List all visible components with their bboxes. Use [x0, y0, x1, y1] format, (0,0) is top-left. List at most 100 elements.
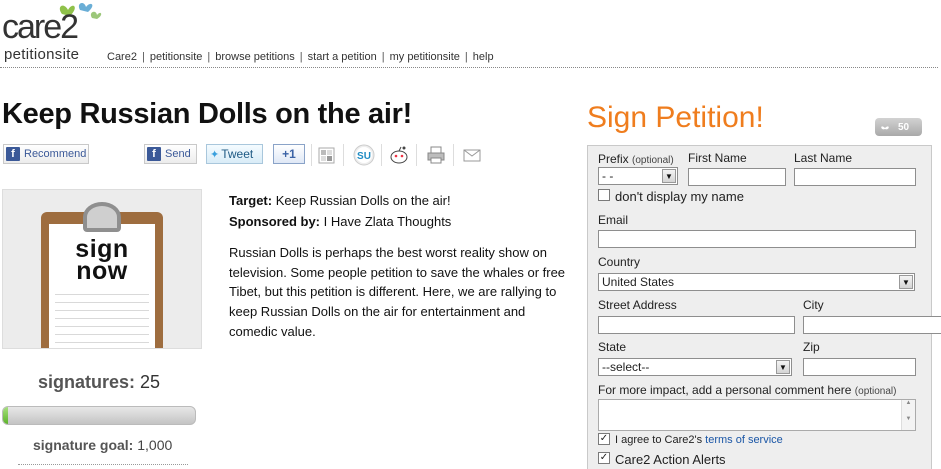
state-label: State	[598, 340, 627, 354]
email-icon[interactable]	[461, 144, 483, 166]
prefix-label: Prefix (optional)	[598, 152, 674, 166]
butterfly-icon	[881, 125, 889, 129]
scroll-up-icon[interactable]: ▲	[902, 400, 915, 406]
chevron-down-icon: ▼	[662, 169, 676, 183]
agree-tos-label: I agree to Care2's terms of service	[615, 434, 783, 446]
svg-text:SU: SU	[357, 151, 371, 162]
chevron-down-icon: ▼	[776, 360, 790, 374]
goal-divider	[18, 464, 188, 465]
nav-my-petitionsite[interactable]: my petitionsite	[390, 51, 460, 63]
nav-separator: |	[207, 51, 211, 63]
print-icon[interactable]	[425, 144, 447, 166]
nav-care2[interactable]: Care2	[107, 51, 137, 63]
signatures-label: signatures:	[38, 372, 136, 392]
stumbleupon-icon[interactable]: SU	[353, 144, 375, 166]
nav-start-petition[interactable]: start a petition	[308, 51, 377, 63]
nav-separator: |	[464, 51, 468, 63]
paper-line	[55, 342, 149, 343]
top-nav: Care2 | petitionsite | browse petitions | s…	[107, 51, 494, 63]
sign-now-image: sign now	[2, 189, 202, 349]
paper-line	[55, 318, 149, 319]
dont-display-name-checkbox[interactable]	[598, 189, 610, 201]
nav-separator: |	[299, 51, 303, 63]
agree-text: I agree to Care2's	[615, 434, 703, 446]
country-label: Country	[598, 255, 641, 269]
facebook-icon: f	[6, 147, 20, 161]
sponsor-label: Sponsored by:	[229, 214, 321, 229]
facebook-icon: f	[147, 147, 161, 161]
facebook-recommend-button[interactable]: f Recommend	[3, 144, 89, 164]
comment-optional: (optional)	[854, 386, 897, 397]
prefix-value: - -	[602, 169, 614, 183]
paper-line	[55, 334, 149, 335]
recommend-label: Recommend	[24, 148, 87, 160]
nav-browse-petitions[interactable]: browse petitions	[215, 51, 295, 63]
logo-wordmark: care2	[2, 8, 79, 46]
goal-value: 1,000	[137, 437, 173, 453]
google-plus-one-button[interactable]: +1	[273, 144, 305, 164]
tweet-button[interactable]: ✦ Tweet	[206, 144, 263, 164]
header-divider	[0, 67, 938, 68]
first-name-label: First Name	[688, 151, 747, 165]
paper-line	[55, 302, 149, 303]
petition-title: Keep Russian Dolls on the air!	[2, 98, 412, 130]
agree-tos-checkbox[interactable]: ✓	[598, 433, 610, 445]
zip-field[interactable]	[803, 358, 916, 376]
sign-petition-form: Prefix (optional) First Name Last Name -…	[587, 145, 941, 469]
terms-of-service-link[interactable]: terms of service	[705, 434, 783, 446]
paper-line	[55, 326, 149, 327]
target-label: Target:	[229, 193, 273, 208]
share-divider	[453, 144, 454, 166]
action-alerts-label: Care2 Action Alerts	[615, 452, 726, 467]
goal-label: signature goal:	[33, 437, 134, 453]
share-divider	[311, 144, 312, 166]
sponsor-value: I Have Zlata Thoughts	[323, 214, 452, 229]
counter-value: 50	[898, 121, 910, 133]
nav-separator: |	[381, 51, 385, 63]
nav-help[interactable]: help	[473, 51, 494, 63]
state-select[interactable]: --select-- ▼	[598, 358, 792, 376]
scroll-down-icon[interactable]: ▼	[902, 416, 915, 422]
city-label: City	[803, 298, 824, 312]
paper-line	[55, 310, 149, 311]
sign-now-text: sign now	[49, 237, 155, 285]
email-label: Email	[598, 213, 629, 227]
street-address-field[interactable]	[598, 316, 795, 334]
street-address-label: Street Address	[598, 298, 677, 312]
prefix-label-text: Prefix	[598, 152, 629, 166]
prefix-select[interactable]: - - ▼	[598, 167, 678, 185]
country-value: United States	[602, 275, 675, 289]
facebook-send-button[interactable]: f Send	[144, 144, 197, 164]
city-field[interactable]	[803, 316, 941, 334]
state-value: --select--	[602, 360, 650, 374]
comment-textarea[interactable]: ▲ ▼	[598, 399, 916, 431]
care2-logo[interactable]: care2 petitionsite	[2, 0, 102, 66]
send-label: Send	[165, 148, 191, 160]
dont-display-name-label: don't display my name	[615, 189, 744, 204]
email-field[interactable]	[598, 230, 916, 248]
petition-meta: Target: Keep Russian Dolls on the air! S…	[229, 190, 451, 232]
first-name-field[interactable]	[688, 168, 786, 186]
sign-text-line2: now	[76, 257, 128, 285]
target-value: Keep Russian Dolls on the air!	[275, 193, 451, 208]
delicious-icon[interactable]	[316, 144, 338, 166]
comment-label-text: For more impact, add a personal comment …	[598, 383, 852, 397]
paper-line	[55, 294, 149, 295]
logo-subtitle: petitionsite	[4, 46, 80, 63]
nav-petitionsite[interactable]: petitionsite	[150, 51, 203, 63]
country-select[interactable]: United States ▼	[598, 273, 915, 291]
chevron-down-icon: ▼	[899, 275, 913, 289]
progress-fill	[3, 407, 8, 424]
zip-label: Zip	[803, 340, 820, 354]
tweet-label: Tweet	[221, 147, 254, 161]
signatures-count: signatures: 25	[38, 372, 160, 393]
sign-petition-heading: Sign Petition!	[587, 101, 764, 134]
action-alerts-checkbox[interactable]: ✓	[598, 452, 610, 464]
share-divider	[343, 144, 344, 166]
petition-description: Russian Dolls is perhaps the best worst …	[229, 245, 566, 339]
scrollbar[interactable]: ▲ ▼	[901, 400, 915, 430]
signature-progress-bar	[2, 406, 196, 425]
last-name-field[interactable]	[794, 168, 916, 186]
reddit-icon[interactable]	[388, 144, 410, 166]
prefix-optional: (optional)	[632, 155, 674, 166]
